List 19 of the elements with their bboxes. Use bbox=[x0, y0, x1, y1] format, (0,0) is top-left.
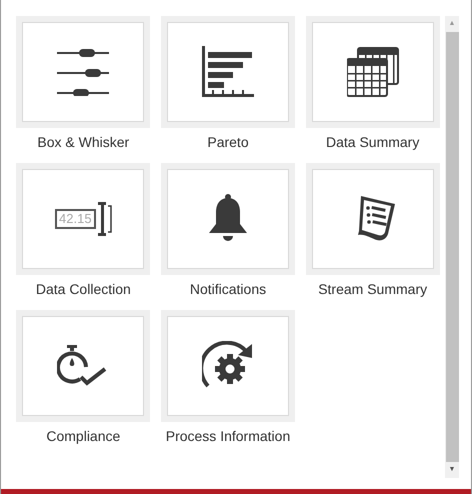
bell-icon bbox=[206, 194, 249, 244]
tile-label: Data Collection bbox=[36, 280, 131, 299]
spreadsheet-icon bbox=[346, 47, 399, 97]
tile-button[interactable] bbox=[160, 163, 295, 275]
tile-button[interactable] bbox=[16, 16, 150, 128]
tile-label: Data Summary bbox=[326, 133, 420, 152]
tile-button[interactable] bbox=[16, 310, 150, 422]
tile-label: Pareto bbox=[207, 133, 249, 152]
tile-button[interactable] bbox=[306, 163, 440, 275]
tile-label: Box & Whisker bbox=[37, 133, 130, 152]
tile-label: Compliance bbox=[46, 427, 120, 446]
tile-button[interactable] bbox=[160, 310, 295, 422]
box-whisker-icon bbox=[57, 48, 110, 96]
tile-label: Process Information bbox=[166, 427, 290, 446]
tile-button[interactable] bbox=[160, 16, 295, 128]
bar-chart-icon bbox=[202, 46, 254, 98]
tile-button[interactable] bbox=[306, 16, 440, 128]
tile-label: Notifications bbox=[190, 280, 266, 299]
tile-label: Stream Summary bbox=[318, 280, 428, 299]
